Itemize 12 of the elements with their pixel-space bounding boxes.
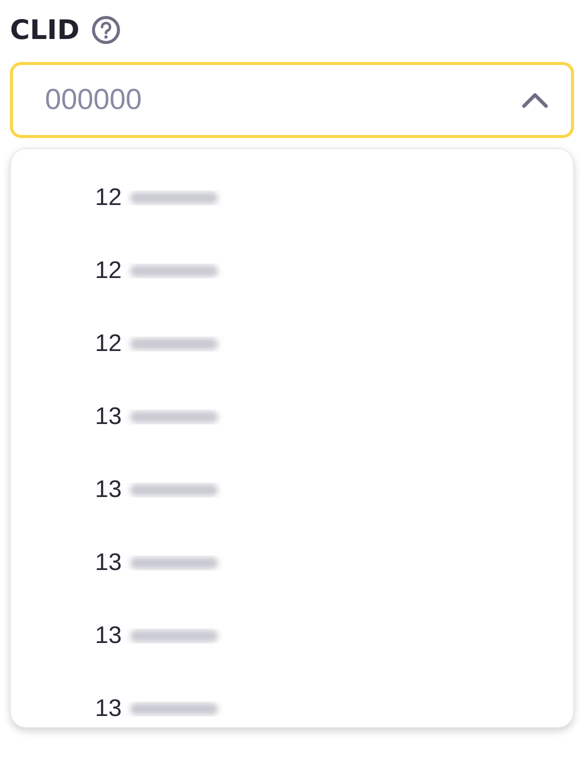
option-item[interactable]: 12 (95, 256, 122, 284)
option-item[interactable]: 13 (95, 622, 122, 650)
help-icon[interactable] (91, 15, 122, 45)
field-label: CLID (10, 14, 80, 46)
option-item[interactable]: 13 (95, 694, 122, 722)
chevron-icon[interactable] (521, 91, 549, 109)
option-item[interactable]: 12 (95, 184, 122, 212)
option-item[interactable]: 13 (95, 476, 122, 504)
select-field[interactable]: 000000 (10, 62, 574, 138)
option-item[interactable]: 12 (95, 330, 122, 358)
option-item[interactable]: 13 (95, 402, 122, 430)
option-item[interactable]: 13 (95, 548, 122, 576)
